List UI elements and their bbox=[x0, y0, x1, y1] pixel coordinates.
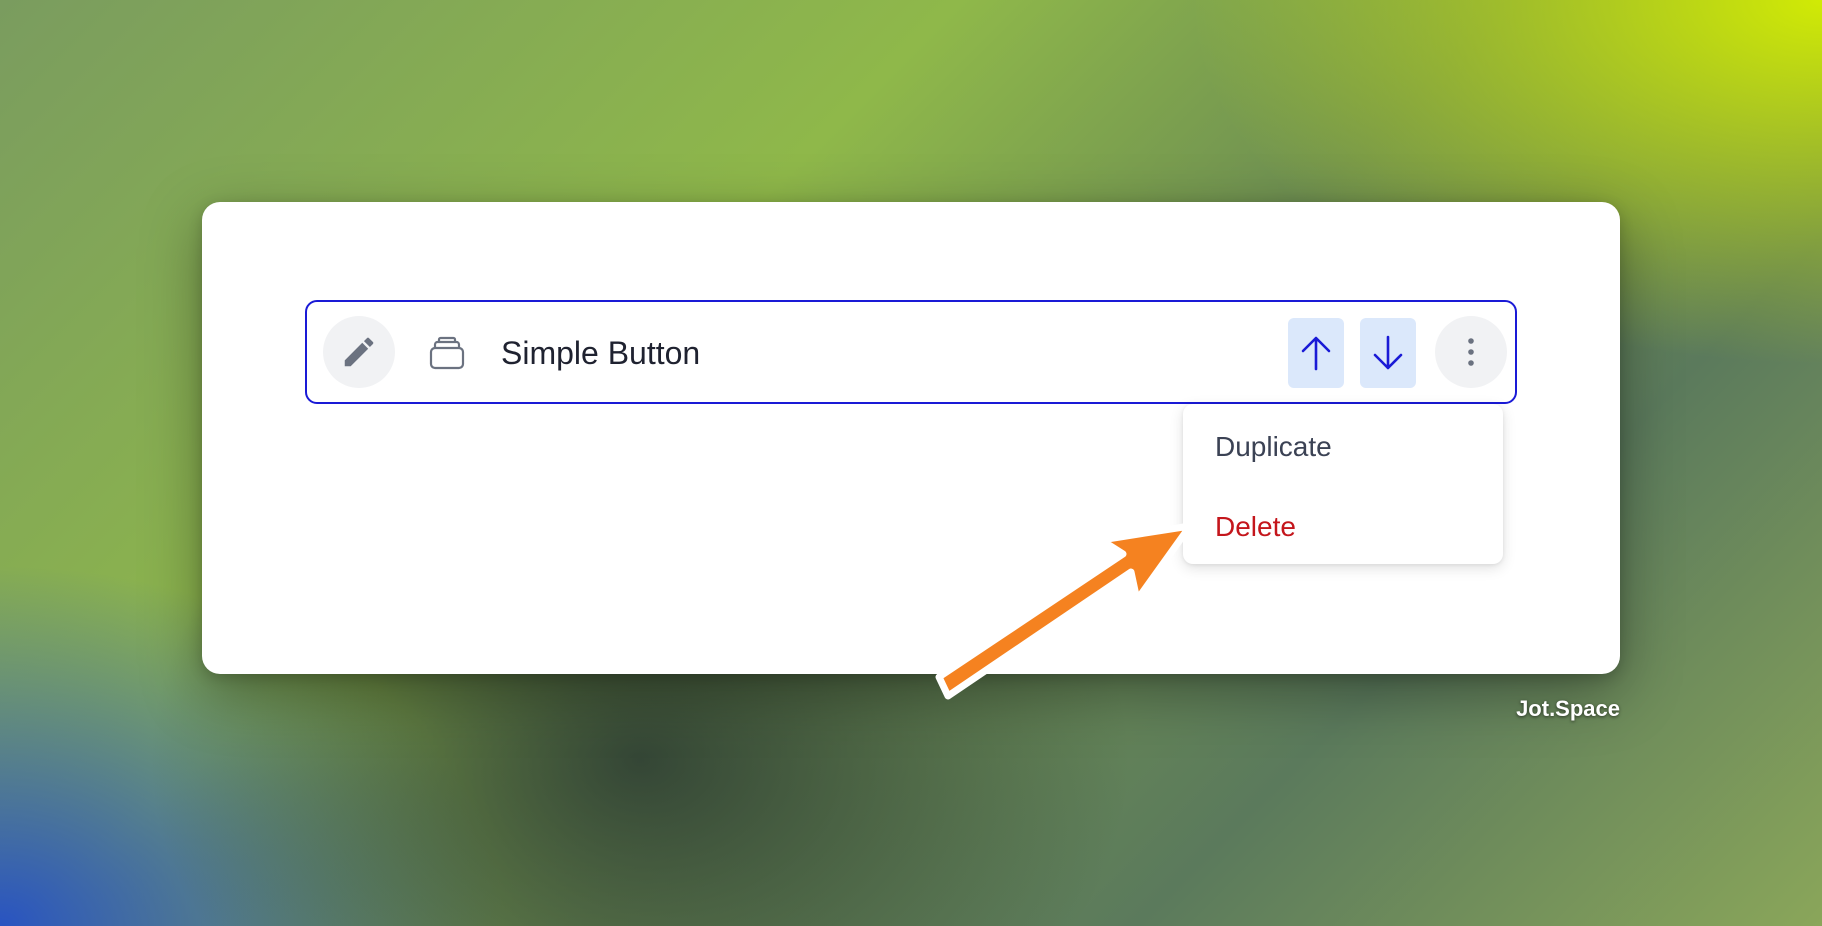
row-actions-menu: Duplicate Delete bbox=[1183, 404, 1503, 564]
more-options-button[interactable] bbox=[1435, 316, 1507, 388]
arrow-up-icon bbox=[1301, 336, 1331, 371]
vertical-dots-icon bbox=[1468, 338, 1474, 366]
arrow-down-icon bbox=[1373, 335, 1403, 370]
menu-item-delete[interactable]: Delete bbox=[1183, 490, 1503, 564]
editor-card: Simple Button Duplicate Delete bbox=[202, 202, 1620, 674]
watermark: Jot.Space bbox=[1516, 696, 1620, 721]
block-title: Simple Button bbox=[501, 335, 701, 371]
stacked-cards-icon bbox=[429, 336, 465, 370]
edit-button[interactable] bbox=[323, 316, 395, 388]
block-row[interactable]: Simple Button bbox=[305, 300, 1517, 404]
menu-item-duplicate[interactable]: Duplicate bbox=[1183, 410, 1503, 484]
move-up-button[interactable] bbox=[1288, 318, 1344, 388]
move-down-button[interactable] bbox=[1360, 318, 1416, 388]
pencil-icon bbox=[344, 337, 374, 367]
screenshot-background: Simple Button Duplicate Delete Jot.Space bbox=[0, 0, 1822, 926]
